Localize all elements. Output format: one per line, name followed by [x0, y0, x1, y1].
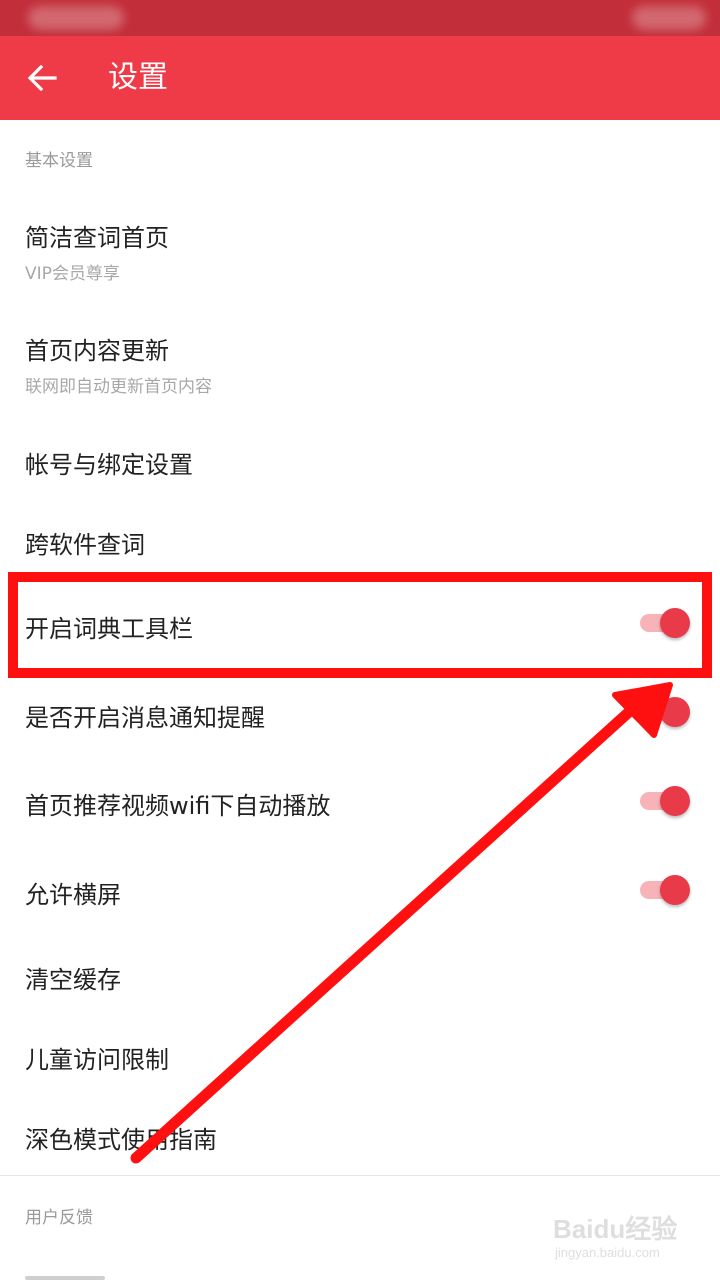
- status-bar: [0, 0, 720, 36]
- settings-item-title: 儿童访问限制: [25, 1046, 169, 1074]
- landscape-toggle[interactable]: [640, 873, 692, 907]
- settings-item-subtitle: VIP会员尊享: [25, 264, 120, 284]
- toggle-thumb: [660, 786, 690, 816]
- back-button[interactable]: [18, 52, 66, 104]
- status-bar-right-info: [632, 6, 706, 30]
- section-header-basic: 基本设置: [25, 151, 93, 171]
- toggle-thumb: [660, 875, 690, 905]
- settings-item-title: 允许横屏: [25, 881, 121, 909]
- page-title: 设置: [108, 60, 168, 95]
- toggle-thumb: [660, 697, 690, 727]
- settings-item-title: 是否开启消息通知提醒: [25, 704, 265, 732]
- section-divider: [0, 1175, 720, 1176]
- settings-item-title: 清空缓存: [25, 966, 121, 994]
- app-bar: 设置: [0, 36, 720, 120]
- settings-item-title: 深色模式使用指南: [25, 1126, 217, 1154]
- settings-item-subtitle: 联网即自动更新首页内容: [25, 377, 212, 397]
- section-header-feedback: 用户反馈: [25, 1208, 93, 1228]
- video-autoplay-toggle[interactable]: [640, 784, 692, 818]
- settings-item-title: 首页推荐视频wifi下自动播放: [25, 792, 331, 820]
- status-bar-left-info: [28, 6, 124, 30]
- settings-item-title: 简洁查词首页: [25, 224, 169, 252]
- settings-item-title: 帐号与绑定设置: [25, 451, 193, 479]
- cutoff-list-item: [25, 1266, 115, 1280]
- arrow-left-icon: [27, 65, 57, 91]
- watermark-brand: Baidu经验: [553, 1214, 678, 1244]
- settings-item-title: 首页内容更新: [25, 337, 169, 365]
- annotation-highlight-box: [8, 572, 712, 678]
- watermark-logo: Baidu经验 jingyan.baidu.com: [553, 1205, 693, 1265]
- notifications-toggle[interactable]: [640, 695, 692, 729]
- watermark-url: jingyan.baidu.com: [555, 1245, 660, 1260]
- settings-item-title: 跨软件查词: [25, 531, 145, 559]
